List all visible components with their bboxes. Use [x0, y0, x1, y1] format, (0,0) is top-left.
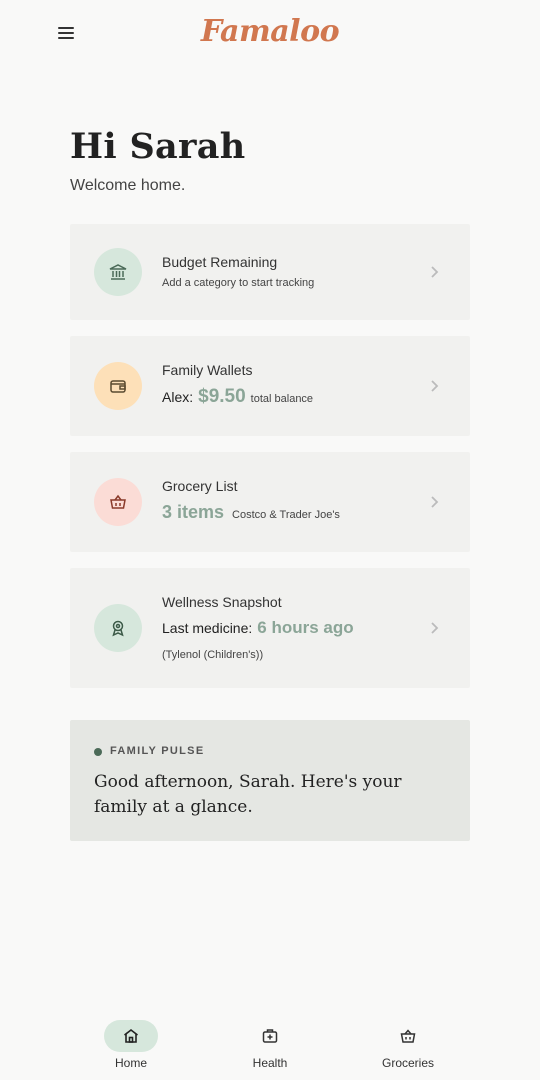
grocery-count: 3 items: [162, 502, 225, 522]
top-bar: Famaloo: [0, 0, 540, 68]
nav-label: Groceries: [381, 1056, 434, 1070]
chevron-right-icon: [431, 496, 439, 508]
wallets-card[interactable]: Family Wallets Alex: $9.50 total balance: [70, 336, 470, 436]
budget-card[interactable]: Budget Remaining Add a category to start…: [70, 224, 470, 320]
grocery-card[interactable]: Grocery List 3 items Costco & Trader Joe…: [70, 452, 470, 552]
wallet-amount: $9.50: [198, 386, 246, 407]
app-logo: Famaloo: [200, 14, 340, 49]
wellness-time: 6 hours ago: [257, 618, 354, 637]
family-pulse-panel: FAMILY PULSE Good afternoon, Sarah. Here…: [70, 720, 470, 841]
nav-groceries[interactable]: Groceries: [358, 1020, 458, 1076]
wellness-label: Last medicine:: [162, 620, 253, 636]
page-title: Hi Sarah: [70, 126, 246, 167]
chevron-right-icon: [431, 622, 439, 634]
card-title: Grocery List: [162, 478, 238, 494]
wallet-icon: [94, 362, 142, 410]
welcome-text: Welcome home.: [70, 177, 186, 194]
greeting: Hi Sarah Welcome home.: [70, 126, 245, 195]
nav-label: Health: [252, 1056, 288, 1070]
card-subtitle: Add a category to start tracking: [162, 277, 315, 289]
nav-home[interactable]: Home: [81, 1020, 181, 1076]
wallet-amount-note: total balance: [250, 393, 314, 405]
status-dot: [94, 748, 102, 756]
wellness-card[interactable]: Wellness Snapshot Last medicine: 6 hours…: [70, 568, 470, 688]
medal-icon: [94, 604, 142, 652]
nav-health[interactable]: Health: [220, 1020, 320, 1076]
nav-label: Home: [114, 1056, 147, 1070]
pulse-message: Good afternoon, Sarah. Here's your famil…: [94, 772, 402, 817]
card-title: Budget Remaining: [162, 254, 278, 270]
card-title: Wellness Snapshot: [162, 594, 282, 610]
pulse-label: FAMILY PULSE: [110, 745, 205, 757]
chevron-right-icon: [431, 266, 439, 278]
wellness-detail: (Tylenol (Children's)): [162, 649, 264, 661]
wallet-member: Alex:: [162, 389, 194, 405]
basket-icon: [94, 478, 142, 526]
medical-bag-icon: [243, 1020, 297, 1052]
chevron-right-icon: [431, 380, 439, 392]
basket-icon: [381, 1020, 435, 1052]
wellness-summary: Last medicine: 6 hours ago: [162, 618, 354, 638]
home-icon: [104, 1020, 158, 1052]
wallet-balance: Alex: $9.50 total balance: [162, 386, 313, 408]
card-title: Family Wallets: [162, 362, 253, 378]
bank-icon: [94, 248, 142, 296]
bottom-nav: Home Health Groceries: [0, 1010, 540, 1080]
grocery-summary: 3 items Costco & Trader Joe's: [162, 502, 340, 523]
grocery-stores: Costco & Trader Joe's: [232, 509, 340, 521]
